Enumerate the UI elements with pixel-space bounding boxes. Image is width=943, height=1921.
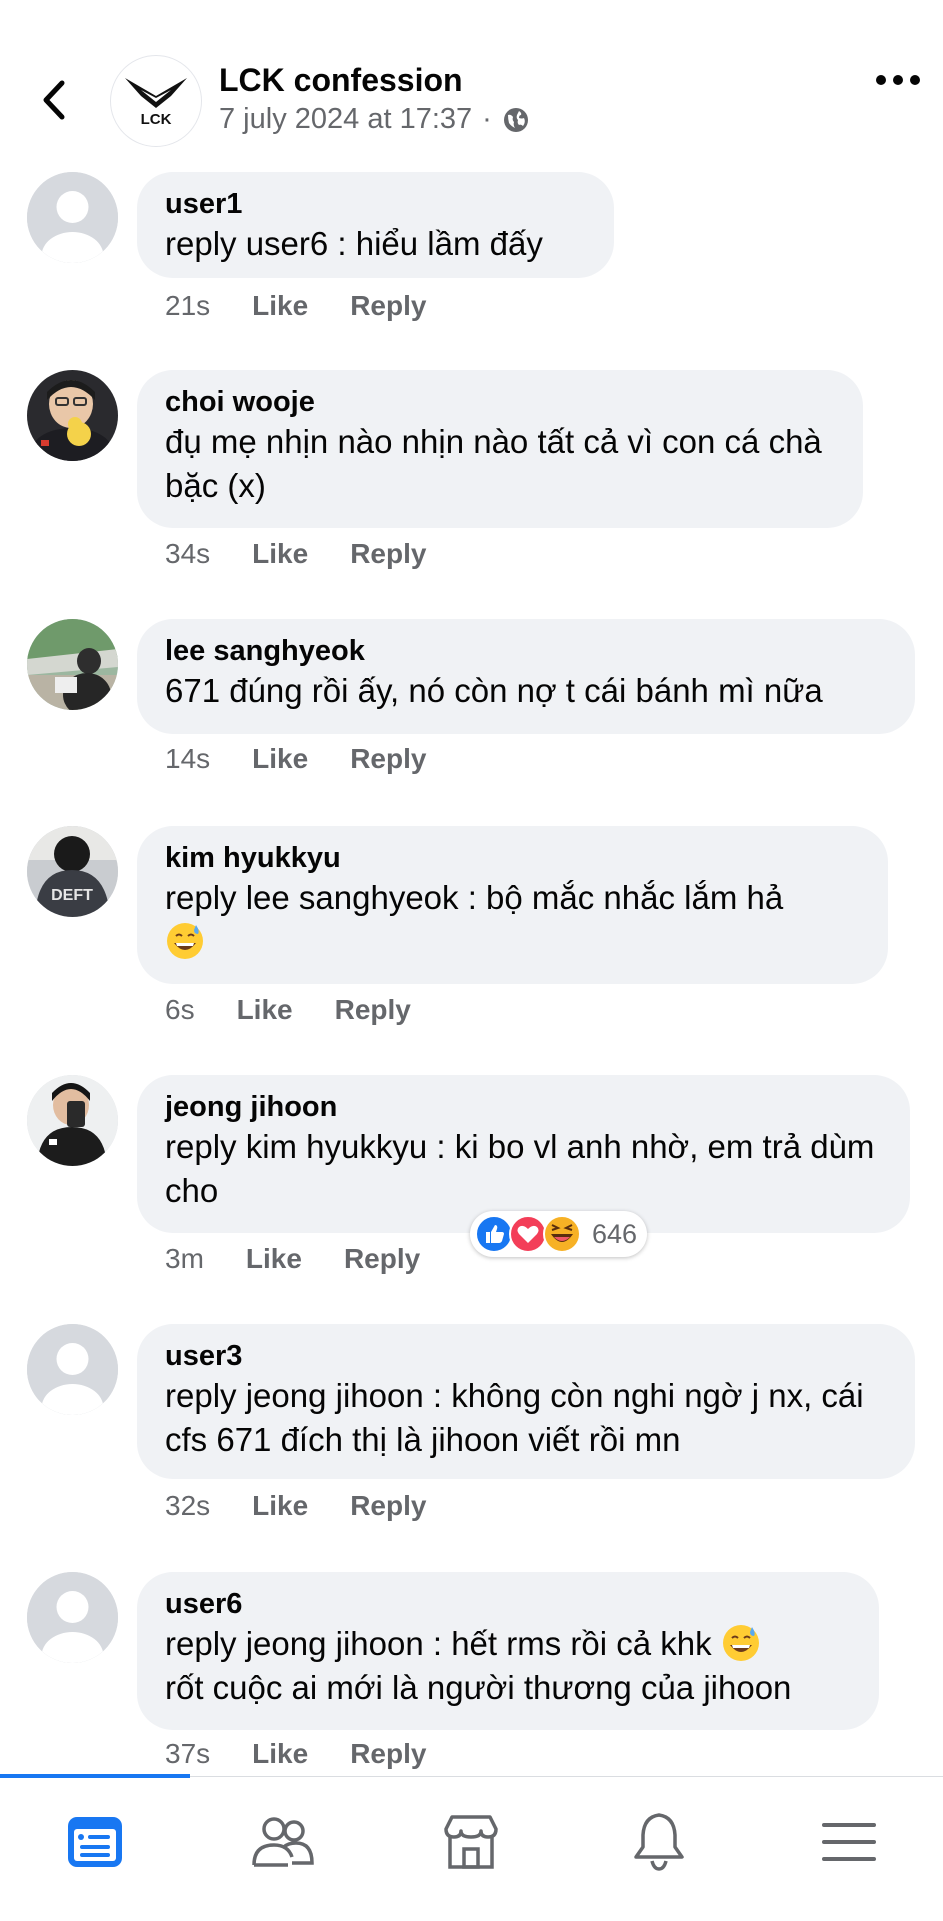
comment-author[interactable]: choi wooje — [165, 384, 835, 420]
chevron-left-icon — [43, 80, 65, 120]
tab-marketplace[interactable] — [436, 1807, 506, 1877]
haha-reaction-icon — [543, 1215, 581, 1253]
like-button[interactable]: Like — [252, 1738, 308, 1770]
default-avatar[interactable] — [27, 1324, 118, 1415]
logo-text: LCK — [141, 111, 172, 128]
default-avatar[interactable] — [27, 172, 118, 263]
reply-button[interactable]: Reply — [350, 1490, 426, 1522]
post-header: LCK LCK confession 7 july 2024 at 17:37 … — [0, 0, 943, 170]
user-avatar[interactable] — [27, 619, 118, 710]
comment-author[interactable]: lee sanghyeok — [165, 633, 887, 669]
avatar-text: DEFT — [51, 887, 93, 904]
tab-friends[interactable] — [248, 1807, 318, 1877]
comment-time: 32s — [165, 1490, 211, 1521]
comment-text: reply lee sanghyeok : bộ mắc nhắc lắm hả — [165, 876, 860, 964]
feed-icon — [68, 1817, 122, 1867]
comment-time: 21s — [165, 290, 211, 321]
marketplace-icon — [444, 1815, 498, 1869]
lck-logo: LCK — [125, 78, 187, 128]
user-avatar[interactable] — [27, 1075, 118, 1166]
more-options-button[interactable] — [875, 70, 921, 90]
tab-notifications[interactable] — [624, 1807, 694, 1877]
reply-button[interactable]: Reply — [350, 1738, 426, 1770]
reply-button[interactable]: Reply — [350, 743, 426, 775]
comment-author[interactable]: kim hyukkyu — [165, 840, 860, 876]
comment-time: 34s — [165, 538, 211, 569]
comment-text: đụ mẹ nhịn nào nhịn nào tất cả vì con cá… — [165, 423, 822, 504]
notifications-icon — [634, 1813, 684, 1871]
like-button[interactable]: Like — [252, 538, 308, 570]
comment-text-line2: rốt cuộc ai mới là người thương của jiho… — [165, 1669, 792, 1706]
default-avatar[interactable] — [27, 1572, 118, 1663]
comment-time: 14s — [165, 743, 211, 774]
comment-text-line1: reply jeong jihoon : hết rms rồi cả khk — [165, 1625, 712, 1662]
grinning-sweat-emoji-icon — [722, 1625, 759, 1661]
reply-button[interactable]: Reply — [344, 1243, 420, 1275]
comment-bubble: kim hyukkyu reply lee sanghyeok : bộ mắc… — [137, 826, 888, 984]
comment-actions: 3m Like Reply — [165, 1243, 420, 1275]
reaction-count: 646 — [592, 1218, 638, 1249]
comment-time: 37s — [165, 1738, 211, 1769]
comment-text: reply jeong jihoon : hết rms rồi cả khk … — [165, 1622, 851, 1710]
like-button[interactable]: Like — [237, 994, 293, 1026]
like-button[interactable]: Like — [252, 743, 308, 775]
comment-text: 671 đúng rồi ấy, nó còn nợ t cái bánh mì… — [165, 672, 823, 709]
reply-button[interactable]: Reply — [350, 538, 426, 570]
comment-text: reply kim hyukkyu : ki bo vl anh nhờ, em… — [165, 1128, 875, 1209]
comment-text: reply jeong jihoon : không còn nghi ngờ … — [165, 1377, 864, 1458]
page-avatar[interactable]: LCK — [110, 55, 202, 147]
comment-actions: 21s Like Reply — [165, 290, 426, 322]
meta-separator: · — [482, 103, 492, 135]
comment-actions: 37s Like Reply — [165, 1738, 426, 1770]
comment-time: 6s — [165, 994, 195, 1025]
more-horizontal-icon — [876, 75, 920, 85]
back-button[interactable] — [34, 75, 74, 125]
comment-author[interactable]: user3 — [165, 1338, 887, 1374]
comment-actions: 14s Like Reply — [165, 743, 426, 775]
comment-text-content: reply lee sanghyeok : bộ mắc nhắc lắm hả — [165, 879, 784, 916]
like-button[interactable]: Like — [246, 1243, 302, 1275]
user-avatar[interactable]: DEFT — [27, 826, 118, 917]
user-avatar[interactable] — [27, 370, 118, 461]
comment-bubble: user1 reply user6 : hiểu lầm đấy — [137, 172, 614, 278]
comment-bubble: user3 reply jeong jihoon : không còn ngh… — [137, 1324, 915, 1479]
comment-bubble: choi wooje đụ mẹ nhịn nào nhịn nào tất c… — [137, 370, 863, 528]
tab-menu[interactable] — [814, 1807, 884, 1877]
tab-feed[interactable] — [60, 1807, 130, 1877]
comment-actions: 32s Like Reply — [165, 1490, 426, 1522]
comment-text: reply user6 : hiểu lầm đấy — [165, 225, 543, 262]
post-timestamp[interactable]: 7 july 2024 at 17:37 — [219, 103, 472, 136]
comment-bubble: jeong jihoon reply kim hyukkyu : ki bo v… — [137, 1075, 910, 1233]
grinning-sweat-emoji-icon — [167, 923, 203, 959]
comment-bubble: user6 reply jeong jihoon : hết rms rồi c… — [137, 1572, 879, 1730]
post-meta: 7 july 2024 at 17:37 · — [219, 103, 530, 136]
friends-icon — [252, 1817, 314, 1867]
globe-icon — [503, 107, 528, 132]
bottom-nav — [0, 1774, 943, 1921]
comment-actions: 6s Like Reply — [165, 994, 411, 1026]
comment-author[interactable]: user6 — [165, 1586, 851, 1622]
comment-author[interactable]: jeong jihoon — [165, 1089, 882, 1125]
like-button[interactable]: Like — [252, 290, 308, 322]
reply-button[interactable]: Reply — [335, 994, 411, 1026]
menu-icon — [822, 1823, 876, 1861]
comment-author[interactable]: user1 — [165, 186, 586, 222]
page-name[interactable]: LCK confession — [219, 62, 463, 99]
reply-button[interactable]: Reply — [350, 290, 426, 322]
active-tab-indicator — [0, 1774, 190, 1778]
comment-bubble: lee sanghyeok 671 đúng rồi ấy, nó còn nợ… — [137, 619, 915, 734]
comment-actions: 34s Like Reply — [165, 538, 426, 570]
reactions-summary[interactable]: 646 — [470, 1211, 648, 1257]
comment-time: 3m — [165, 1243, 204, 1274]
like-button[interactable]: Like — [252, 1490, 308, 1522]
